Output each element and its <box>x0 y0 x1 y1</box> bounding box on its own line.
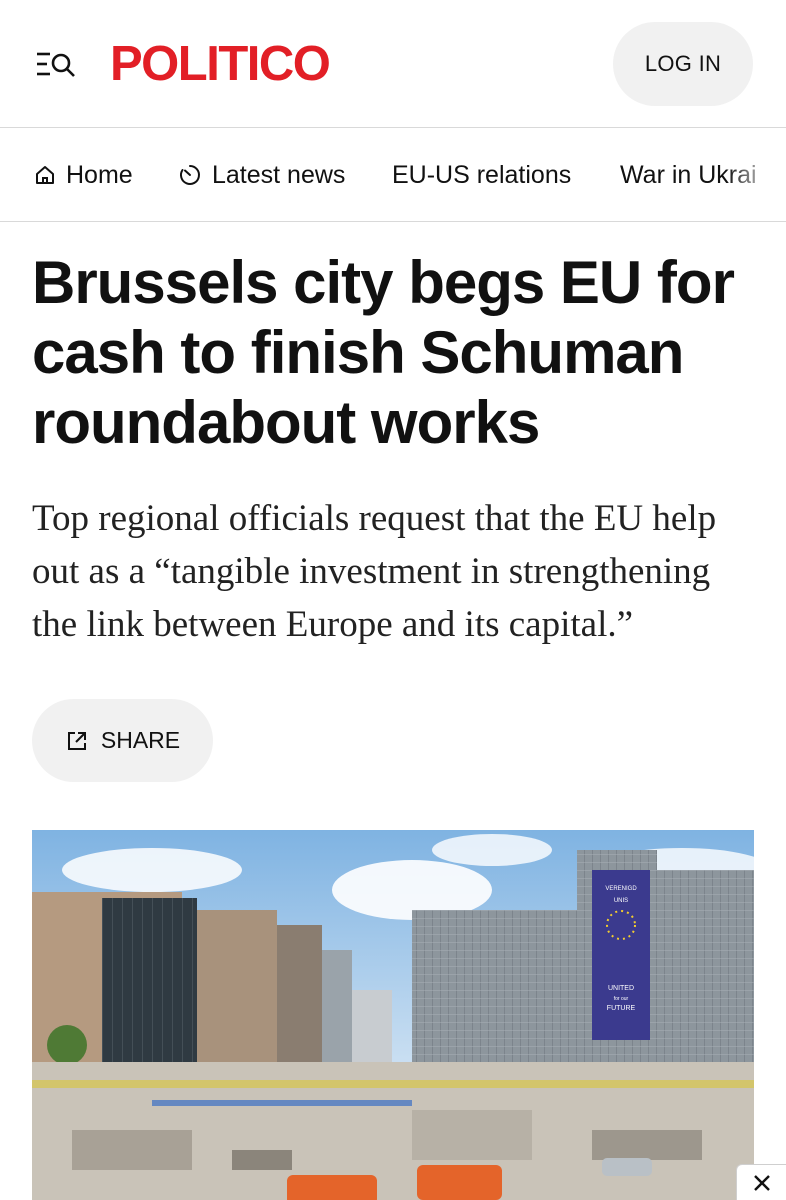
banner-text: UNIS <box>614 898 628 904</box>
photo-illustration: VERENIGD UNIS UNITED for our FUTURE <box>32 830 754 1200</box>
close-button[interactable] <box>736 1164 786 1200</box>
banner-text: for our <box>614 996 629 1002</box>
section-nav: Home Latest news EU-US relations War in … <box>0 128 786 222</box>
nav-item-label: EU-US relations <box>392 161 572 189</box>
nav-fade-overlay <box>726 128 786 220</box>
nav-item-label: Latest news <box>212 161 346 189</box>
politico-logo[interactable]: POLITICO <box>110 34 331 94</box>
nav-item-latest-news[interactable]: Latest news <box>178 128 346 221</box>
article-photo: VERENIGD UNIS UNITED for our FUTURE <box>32 830 754 1200</box>
nav-item-label: Home <box>66 161 133 189</box>
menu-search-icon[interactable] <box>36 50 76 80</box>
site-header: POLITICO LOG IN <box>0 0 786 128</box>
external-link-icon <box>67 731 86 750</box>
share-button[interactable]: SHARE <box>32 699 213 782</box>
nav-item-home[interactable]: Home <box>34 128 133 221</box>
clock-icon <box>180 165 200 185</box>
home-icon <box>36 166 54 184</box>
banner-text: UNITED <box>608 985 634 992</box>
article-dek: Top regional officials request that the … <box>32 498 717 645</box>
banner-text: VERENIGD <box>605 886 637 892</box>
banner-text: FUTURE <box>607 1005 636 1012</box>
login-button[interactable]: LOG IN <box>613 22 753 106</box>
article-headline: Brussels city begs EU for cash to finish… <box>32 249 735 456</box>
nav-item-eu-us-relations[interactable]: EU-US relations <box>392 128 572 221</box>
share-label: SHARE <box>100 727 181 753</box>
close-icon <box>753 1174 770 1191</box>
